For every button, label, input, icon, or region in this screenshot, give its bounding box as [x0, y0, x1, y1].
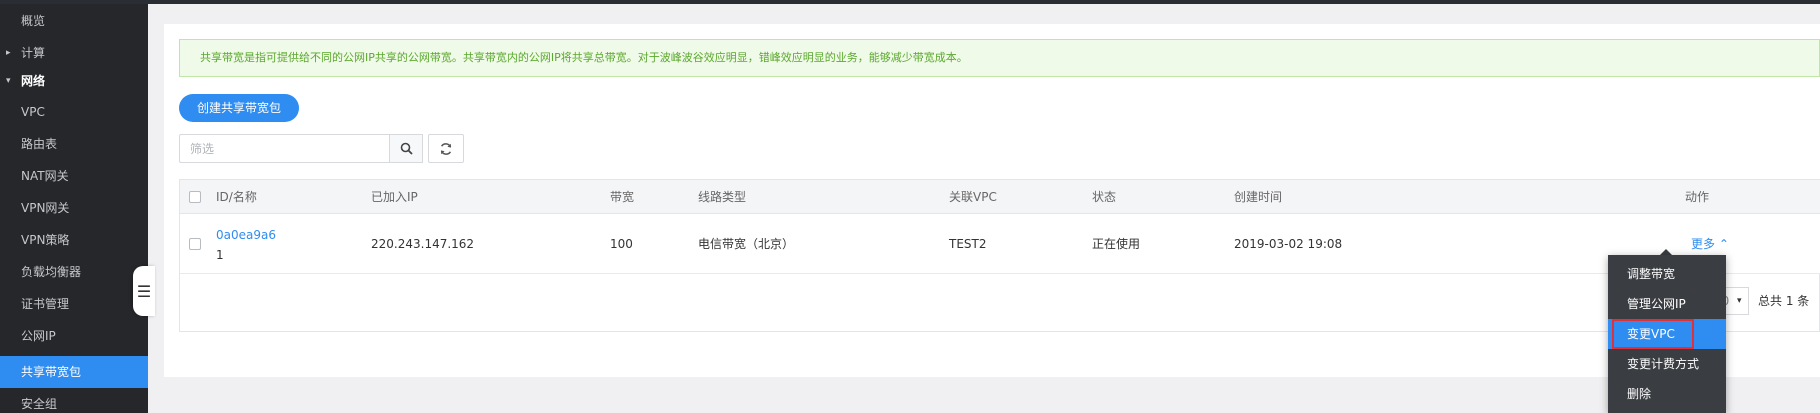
table-row: 0a0ea9a6 1 220.243.147.162 100 电信带宽（北京） … [180, 214, 1820, 274]
sidebar-item-network[interactable]: ▾ 网络 [0, 65, 148, 97]
sidebar-item-vpn-policy[interactable]: VPN策略 [0, 224, 148, 256]
chevron-down-icon: ▾ [6, 76, 11, 86]
column-header-id-name: ID/名称 [216, 190, 257, 204]
menu-item-manage-public-ip[interactable]: 管理公网IP [1608, 289, 1726, 319]
column-header-ip: 已加入IP [371, 190, 418, 204]
row-line-type: 电信带宽（北京） [698, 237, 795, 251]
column-header-vpc: 关联VPC [949, 190, 997, 204]
sidebar-item-vpc[interactable]: VPC [0, 96, 148, 128]
menu-item-change-billing[interactable]: 变更计费方式 [1608, 349, 1726, 379]
sidebar-collapse-handle[interactable]: ☰ [133, 266, 155, 316]
table-header: ID/名称 已加入IP 带宽 线路类型 关联VPC 状态 创建时间 动作 [180, 180, 1820, 214]
select-all-checkbox[interactable] [189, 191, 201, 203]
refresh-button[interactable] [428, 134, 464, 163]
sidebar-item-certificate[interactable]: 证书管理 [0, 288, 148, 320]
sidebar-item-public-ip[interactable]: 公网IP [0, 320, 148, 352]
column-header-action: 动作 [1685, 190, 1710, 204]
menu-item-adjust-bandwidth[interactable]: 调整带宽 [1608, 259, 1726, 289]
sidebar: 概览 ▸ 计算 ▾ 网络 VPC 路由表 NAT网关 VPN网关 VPN策略 负载均… [0, 4, 148, 413]
column-header-created-time: 创建时间 [1234, 190, 1283, 204]
column-header-status: 状态 [1092, 190, 1117, 204]
column-header-line-type: 线路类型 [698, 190, 747, 204]
chevron-down-icon: ▾ [1737, 296, 1742, 306]
row-bandwidth: 100 [610, 237, 633, 251]
search-icon [400, 142, 413, 155]
bandwidth-id-link[interactable]: 0a0ea9a6 [216, 228, 276, 242]
top-bar [0, 0, 1820, 4]
notice-text: 共享带宽是指可提供给不同的公网IP共享的公网带宽。共享带宽内的公网IP将共享总带… [200, 51, 968, 64]
create-shared-bandwidth-button[interactable]: 创建共享带宽包 [179, 94, 299, 122]
row-checkbox[interactable] [189, 238, 201, 250]
menu-item-change-vpc[interactable]: 变更VPC [1608, 319, 1726, 349]
sidebar-item-overview[interactable]: 概览 [0, 5, 148, 37]
sidebar-item-load-balancer[interactable]: 负载均衡器 [0, 256, 148, 288]
sidebar-item-security-group[interactable]: 安全组 [0, 388, 148, 413]
search-button[interactable] [389, 134, 423, 163]
sidebar-item-nat-gateway[interactable]: NAT网关 [0, 160, 148, 192]
row-status: 正在使用 [1092, 237, 1141, 251]
bandwidth-name: 1 [216, 248, 224, 262]
menu-item-delete[interactable]: 删除 [1608, 379, 1726, 409]
row-vpc: TEST2 [949, 237, 987, 251]
filter-input[interactable] [179, 134, 389, 163]
sidebar-item-vpn-gateway[interactable]: VPN网关 [0, 192, 148, 224]
column-header-bandwidth: 带宽 [610, 190, 635, 204]
pager-total: 总共 1 条 [1758, 294, 1810, 308]
row-ip: 220.243.147.162 [371, 237, 475, 251]
info-notice: 共享带宽是指可提供给不同的公网IP共享的公网带宽。共享带宽内的公网IP将共享总带… [179, 39, 1820, 77]
menu-collapse-icon: ☰ [136, 281, 152, 301]
refresh-icon [440, 142, 452, 155]
sidebar-item-shared-bandwidth[interactable]: 共享带宽包 [0, 356, 148, 388]
row-created-time: 2019-03-02 19:08 [1234, 237, 1343, 251]
more-actions-menu: 调整带宽 管理公网IP 变更VPC 变更计费方式 删除 [1608, 255, 1726, 413]
sidebar-item-route-table[interactable]: 路由表 [0, 128, 148, 160]
shared-bandwidth-table: ID/名称 已加入IP 带宽 线路类型 关联VPC 状态 创建时间 动作 0a0… [179, 179, 1820, 332]
